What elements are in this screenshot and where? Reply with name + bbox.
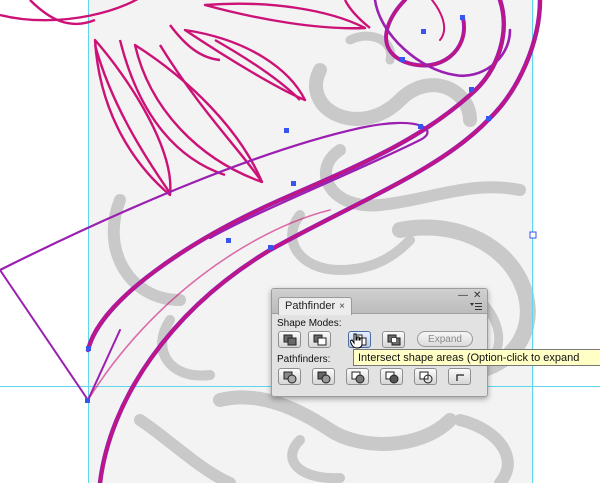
panel-title-bar[interactable]: — ✕ Pathfinder ×	[272, 289, 487, 315]
expand-button[interactable]: Expand	[417, 331, 473, 347]
tab-close-icon[interactable]: ×	[339, 301, 345, 312]
panel-menu-icon[interactable]	[470, 302, 482, 311]
hand-cursor-icon	[350, 333, 363, 349]
outline-icon	[419, 371, 433, 384]
bounding-box-handle[interactable]	[529, 231, 537, 239]
tab-label: Pathfinder	[285, 300, 336, 312]
minus-front-button[interactable]	[308, 331, 331, 348]
pathfinder-panel: — ✕ Pathfinder × Shape Modes: Expand Path…	[271, 288, 488, 397]
trim-button[interactable]	[312, 368, 335, 385]
minus-front-icon	[313, 334, 327, 346]
outline-button[interactable]	[414, 368, 437, 385]
sketch-layer	[88, 0, 536, 483]
exclude-icon	[387, 334, 401, 346]
unite-button[interactable]	[278, 331, 301, 348]
unite-icon	[283, 334, 297, 346]
minimize-button[interactable]: —	[458, 291, 468, 301]
divide-button[interactable]	[278, 368, 301, 385]
intersect-tooltip: Intersect shape areas (Option-click to e…	[353, 349, 600, 366]
divide-icon	[283, 371, 297, 384]
minus-back-button[interactable]	[448, 368, 471, 385]
merge-icon	[351, 371, 365, 384]
panel-close-button[interactable]: ✕	[473, 291, 481, 301]
tab-pathfinder[interactable]: Pathfinder ×	[278, 297, 352, 315]
crop-button[interactable]	[380, 368, 403, 385]
merge-button[interactable]	[346, 368, 369, 385]
pathfinders-label: Pathfinders:	[277, 354, 331, 365]
exclude-button[interactable]	[382, 331, 405, 348]
shape-modes-label: Shape Modes:	[277, 318, 342, 329]
minus-back-icon	[456, 374, 464, 381]
trim-icon	[317, 371, 331, 384]
crop-icon	[385, 371, 399, 384]
artboard-canvas[interactable]	[0, 0, 600, 483]
